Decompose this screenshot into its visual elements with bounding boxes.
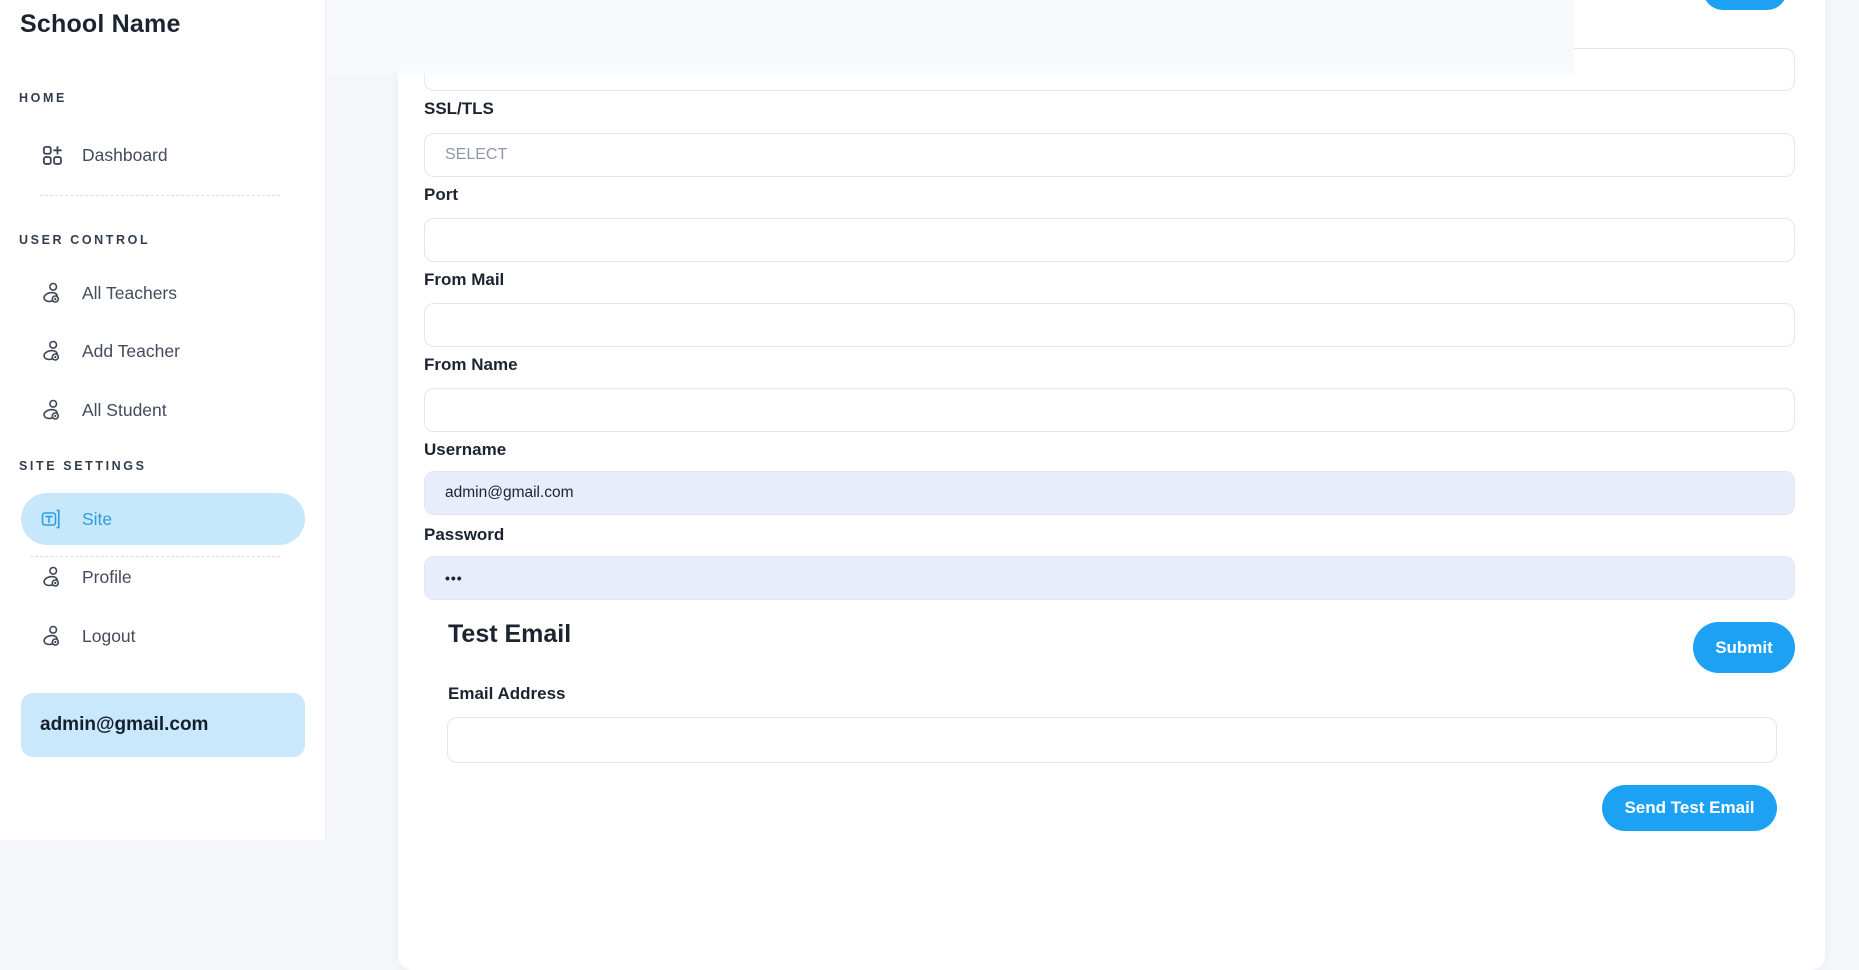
port-input[interactable] [424,218,1795,262]
sidebar-divider [40,195,280,196]
topbar-overlay [327,0,1574,80]
email-address-label: Email Address [448,684,566,703]
username-input[interactable] [424,471,1795,515]
section-label-home: HOME [19,91,67,105]
sidebar-item-label: Dashboard [82,144,168,165]
sidebar-item-label: Logout [82,625,136,646]
ssl-tls-select[interactable] [424,133,1795,177]
sidebar-item-label: All Student [82,399,167,420]
logged-in-user-badge[interactable]: admin@gmail.com [21,693,305,757]
sidebar-item-profile[interactable]: Profile [21,551,305,603]
person-icon [40,565,64,589]
person-icon [40,624,64,648]
from-name-label: From Name [424,355,518,374]
email-address-input[interactable] [447,717,1777,763]
sidebar-item-logout[interactable]: Logout [21,610,305,662]
text-input-cursor-icon [40,507,64,531]
from-mail-label: From Mail [424,270,505,289]
test-email-heading: Test Email [448,620,572,648]
sidebar-item-label: Site [82,508,113,529]
ssl-tls-label: SSL/TLS [424,99,494,118]
sidebar: School Name HOME Dashboard USER CONTROL … [0,0,326,840]
send-test-email-button[interactable]: Send Test Email [1602,785,1777,831]
section-label-site-settings: SITE SETTINGS [19,459,147,473]
from-name-input[interactable] [424,388,1795,432]
dashboard-grid-plus-icon [40,143,64,167]
sidebar-item-dashboard[interactable]: Dashboard [21,129,305,181]
username-label: Username [424,440,507,459]
person-icon [40,398,64,422]
password-input[interactable] [424,556,1795,600]
sidebar-item-add-teacher[interactable]: Add Teacher [21,325,305,377]
sidebar-item-label: Add Teacher [82,340,180,361]
sidebar-item-all-teachers[interactable]: All Teachers [21,267,305,319]
port-label: Port [424,185,458,204]
app-title: School Name [20,10,181,38]
from-mail-input[interactable] [424,303,1795,347]
user-email: admin@gmail.com [40,714,209,735]
section-label-user-control: USER CONTROL [19,233,151,247]
sidebar-item-label: All Teachers [82,282,178,303]
person-icon [40,339,64,363]
submit-button[interactable]: Submit [1693,622,1795,673]
sidebar-item-all-student[interactable]: All Student [21,384,305,436]
password-label: Password [424,525,505,544]
submit-button-cropped-top[interactable] [1703,0,1787,10]
person-icon [40,281,64,305]
sidebar-item-site[interactable]: Site [21,493,305,545]
sidebar-item-label: Profile [82,566,132,587]
